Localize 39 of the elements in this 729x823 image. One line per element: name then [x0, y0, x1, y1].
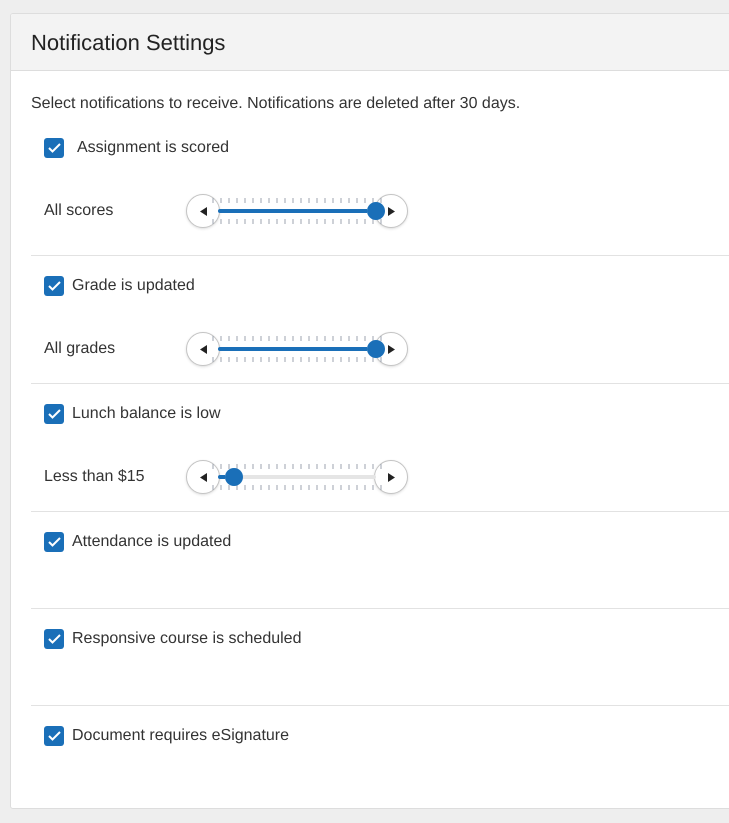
slider-label: All grades: [44, 339, 116, 359]
decrease-button[interactable]: [186, 194, 220, 228]
right-triangle-icon: [388, 206, 394, 216]
slider-track[interactable]: [212, 198, 382, 224]
intro-text: Select notifications to receive. Notifications are deleted after 30 days.: [31, 94, 522, 114]
increase-button[interactable]: [374, 460, 408, 494]
checkmark-icon: [48, 281, 60, 291]
checkbox[interactable]: [44, 138, 64, 158]
right-triangle-icon: [388, 472, 394, 482]
slider-thumb[interactable]: [367, 340, 385, 358]
checkbox[interactable]: [44, 629, 64, 649]
checkbox[interactable]: [44, 276, 64, 296]
checkbox[interactable]: [44, 532, 64, 552]
checkmark-icon: [48, 537, 60, 547]
slider-track[interactable]: [212, 336, 382, 362]
left-triangle-icon: [200, 472, 206, 482]
checkmark-icon: [48, 409, 60, 419]
panel-title: Notification Settings: [31, 28, 226, 57]
slider-fill: [218, 475, 225, 479]
checkbox[interactable]: [44, 726, 64, 746]
slider-label: All scores: [44, 201, 114, 221]
checkbox-label: Assignment is scored: [77, 138, 230, 158]
checkbox-label: Grade is updated: [72, 276, 195, 296]
checkbox[interactable]: [44, 404, 64, 424]
slider-label: Less than $15: [44, 467, 146, 487]
checkmark-icon: [48, 634, 60, 644]
left-triangle-icon: [200, 344, 206, 354]
decrease-button[interactable]: [186, 460, 220, 494]
checkmark-icon: [48, 731, 60, 741]
right-triangle-icon: [388, 344, 394, 354]
checkbox-label: Lunch balance is low: [72, 404, 221, 424]
left-triangle-icon: [200, 206, 206, 216]
slider-thumb[interactable]: [224, 468, 243, 486]
checkmark-icon: [48, 143, 60, 153]
checkbox-label: Responsive course is scheduled: [72, 629, 302, 649]
slider-thumb[interactable]: [367, 202, 385, 220]
decrease-button[interactable]: [186, 332, 220, 366]
checkbox-label: Document requires eSignature: [72, 726, 290, 746]
checkbox-label: Attendance is updated: [72, 532, 232, 552]
